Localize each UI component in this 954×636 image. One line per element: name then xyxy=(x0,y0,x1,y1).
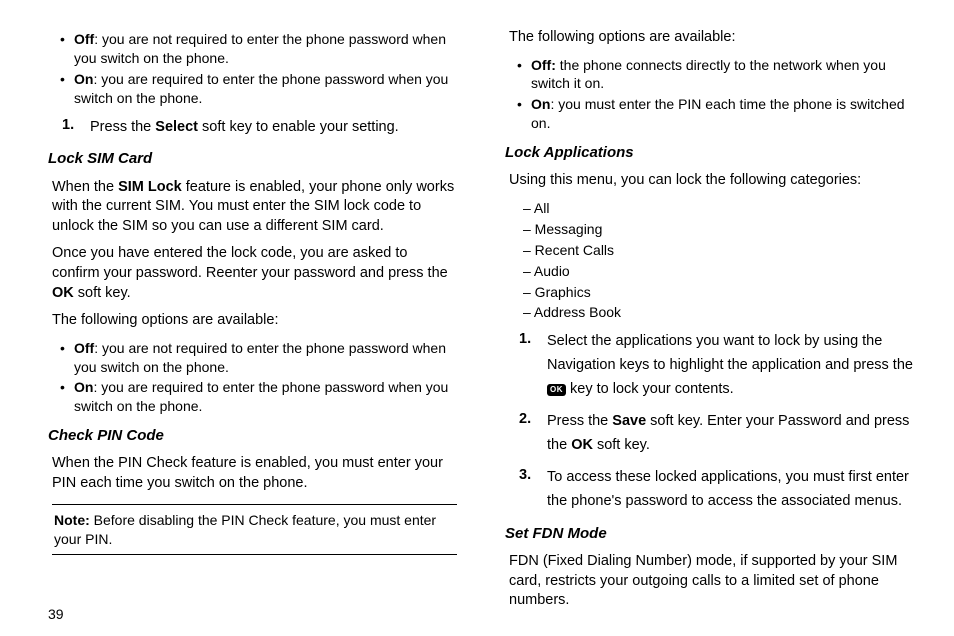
step-text: Select the applications you want to lock… xyxy=(547,330,914,402)
note-label: Note: xyxy=(54,512,90,528)
ok-key-icon: OK xyxy=(547,384,566,396)
step-2: 2. Press the Save soft key. Enter your P… xyxy=(519,410,914,458)
bullet-icon: • xyxy=(60,378,74,416)
bullet-on: • On: you are required to enter the phon… xyxy=(60,378,457,416)
bullet-lead: On xyxy=(74,71,93,87)
bullet-list-1: • Off: you are not required to enter the… xyxy=(48,30,457,108)
heading-fdn: Set FDN Mode xyxy=(505,524,914,544)
step-text: Press the Save soft key. Enter your Pass… xyxy=(547,410,914,458)
heading-check-pin: Check PIN Code xyxy=(48,426,457,446)
step-text: To access these locked applications, you… xyxy=(547,466,914,514)
bullet-list-2: • Off: you are not required to enter the… xyxy=(48,339,457,417)
bullet-on: • On: you are required to enter the phon… xyxy=(60,70,457,108)
fdn-para: FDN (Fixed Dialing Number) mode, if supp… xyxy=(509,552,914,611)
bullet-text: : you are not required to enter the phon… xyxy=(74,340,446,375)
bullet-lead: Off: xyxy=(531,57,556,73)
bullet-text: the phone connects directly to the netwo… xyxy=(531,57,886,92)
bullet-icon: • xyxy=(60,339,74,377)
two-column-layout: • Off: you are not required to enter the… xyxy=(48,28,914,588)
step-number: 3. xyxy=(519,466,547,514)
step-1: 1. Select the applications you want to l… xyxy=(519,330,914,402)
dash-item: – Recent Calls xyxy=(523,241,914,260)
bullet-text: : you must enter the PIN each time the p… xyxy=(531,96,905,131)
bullet-text: : you are required to enter the phone pa… xyxy=(74,71,448,106)
step-number: 1. xyxy=(62,116,90,140)
note-text: Before disabling the PIN Check feature, … xyxy=(54,512,436,547)
bullet-text: : you are required to enter the phone pa… xyxy=(74,379,448,414)
left-column: • Off: you are not required to enter the… xyxy=(48,28,457,588)
bullet-lead: On xyxy=(531,96,550,112)
heading-lock-apps: Lock Applications xyxy=(505,143,914,163)
manual-page: • Off: you are not required to enter the… xyxy=(0,0,954,636)
bullet-list-right: • Off: the phone connects directly to th… xyxy=(505,56,914,134)
bullet-lead: Off xyxy=(74,340,94,356)
bullet-lead: On xyxy=(74,379,93,395)
step-number: 1. xyxy=(519,330,547,402)
bullet-icon: • xyxy=(60,30,74,68)
bullet-off: • Off: you are not required to enter the… xyxy=(60,339,457,377)
dash-item: – Messaging xyxy=(523,220,914,239)
dash-item: – Address Book xyxy=(523,303,914,322)
check-pin-para: When the PIN Check feature is enabled, y… xyxy=(52,454,457,493)
bullet-off: • Off: the phone connects directly to th… xyxy=(517,56,914,94)
bullet-icon: • xyxy=(517,56,531,94)
dash-item: – Audio xyxy=(523,262,914,281)
step-number: 2. xyxy=(519,410,547,458)
step-1: 1. Press the Select soft key to enable y… xyxy=(62,116,457,140)
bullet-on: • On: you must enter the PIN each time t… xyxy=(517,95,914,133)
dash-list: – All – Messaging – Recent Calls – Audio… xyxy=(523,199,914,322)
step-text: Press the Select soft key to enable your… xyxy=(90,116,457,140)
bullet-lead: Off xyxy=(74,31,94,47)
bullet-icon: • xyxy=(517,95,531,133)
dash-item: – Graphics xyxy=(523,283,914,302)
right-column: The following options are available: • O… xyxy=(505,28,914,588)
note-box: Note: Before disabling the PIN Check fea… xyxy=(52,504,457,556)
bullet-off: • Off: you are not required to enter the… xyxy=(60,30,457,68)
step-3: 3. To access these locked applications, … xyxy=(519,466,914,514)
dash-item: – All xyxy=(523,199,914,218)
page-number: 39 xyxy=(48,606,64,622)
heading-lock-sim: Lock SIM Card xyxy=(48,149,457,169)
lock-sim-para-1: When the SIM Lock feature is enabled, yo… xyxy=(52,178,457,237)
options-intro-right: The following options are available: xyxy=(509,28,914,48)
lock-sim-para-2: Once you have entered the lock code, you… xyxy=(52,244,457,303)
options-intro: The following options are available: xyxy=(52,311,457,331)
lock-apps-intro: Using this menu, you can lock the follow… xyxy=(509,171,914,191)
bullet-text: : you are not required to enter the phon… xyxy=(74,31,446,66)
bullet-icon: • xyxy=(60,70,74,108)
